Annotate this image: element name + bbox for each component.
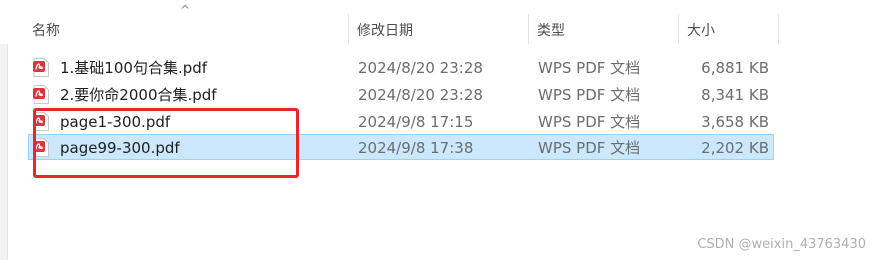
file-modified-date: 2024/9/8 17:15 xyxy=(358,113,474,131)
file-name: 2.要你命2000合集.pdf xyxy=(60,86,217,104)
column-divider[interactable] xyxy=(678,14,679,44)
file-size: 6,881 KB xyxy=(701,59,769,77)
pdf-file-icon xyxy=(33,138,49,157)
pdf-file-icon xyxy=(33,112,49,131)
file-type: WPS PDF 文档 xyxy=(538,86,641,104)
file-type: WPS PDF 文档 xyxy=(538,139,641,157)
column-header-type[interactable]: 类型 xyxy=(537,0,677,44)
file-row[interactable]: 2.要你命2000合集.pdf 2024/8/20 23:28 WPS PDF … xyxy=(28,81,774,107)
file-row-selected[interactable]: page99-300.pdf 2024/9/8 17:38 WPS PDF 文档… xyxy=(28,134,774,160)
file-type: WPS PDF 文档 xyxy=(538,59,641,77)
watermark-text: CSDN @weixin_43763430 xyxy=(697,237,866,252)
file-row[interactable]: 1.基础100句合集.pdf 2024/8/20 23:28 WPS PDF 文… xyxy=(28,54,774,80)
file-name: page1-300.pdf xyxy=(60,113,171,131)
column-header-bar: ^ 名称 修改日期 类型 大小 xyxy=(0,0,870,44)
file-explorer-window: ^ 名称 修改日期 类型 大小 1.基础100句合集.pdf 2024/8/20… xyxy=(0,0,870,260)
pdf-file-icon xyxy=(33,58,49,77)
column-header-date-label: 修改日期 xyxy=(357,23,413,39)
column-header-size[interactable]: 大小 xyxy=(687,0,777,44)
pdf-file-icon xyxy=(33,85,49,104)
file-size: 8,341 KB xyxy=(701,86,769,104)
file-size: 2,202 KB xyxy=(701,139,769,157)
column-divider[interactable] xyxy=(778,14,779,44)
file-type: WPS PDF 文档 xyxy=(538,113,641,131)
column-header-type-label: 类型 xyxy=(537,23,565,39)
column-divider[interactable] xyxy=(528,14,529,44)
file-modified-date: 2024/9/8 17:38 xyxy=(358,139,474,157)
column-header-size-label: 大小 xyxy=(687,23,715,39)
file-row[interactable]: page1-300.pdf 2024/9/8 17:15 WPS PDF 文档 … xyxy=(28,108,774,134)
file-name: page99-300.pdf xyxy=(60,139,180,157)
file-size: 3,658 KB xyxy=(701,113,769,131)
column-header-name-label: 名称 xyxy=(32,23,60,39)
file-name: 1.基础100句合集.pdf xyxy=(60,59,208,77)
file-modified-date: 2024/8/20 23:28 xyxy=(358,59,483,77)
column-header-date[interactable]: 修改日期 xyxy=(357,0,527,44)
file-modified-date: 2024/8/20 23:28 xyxy=(358,86,483,104)
column-divider[interactable] xyxy=(348,14,349,44)
column-header-name[interactable]: 名称 xyxy=(32,0,348,44)
